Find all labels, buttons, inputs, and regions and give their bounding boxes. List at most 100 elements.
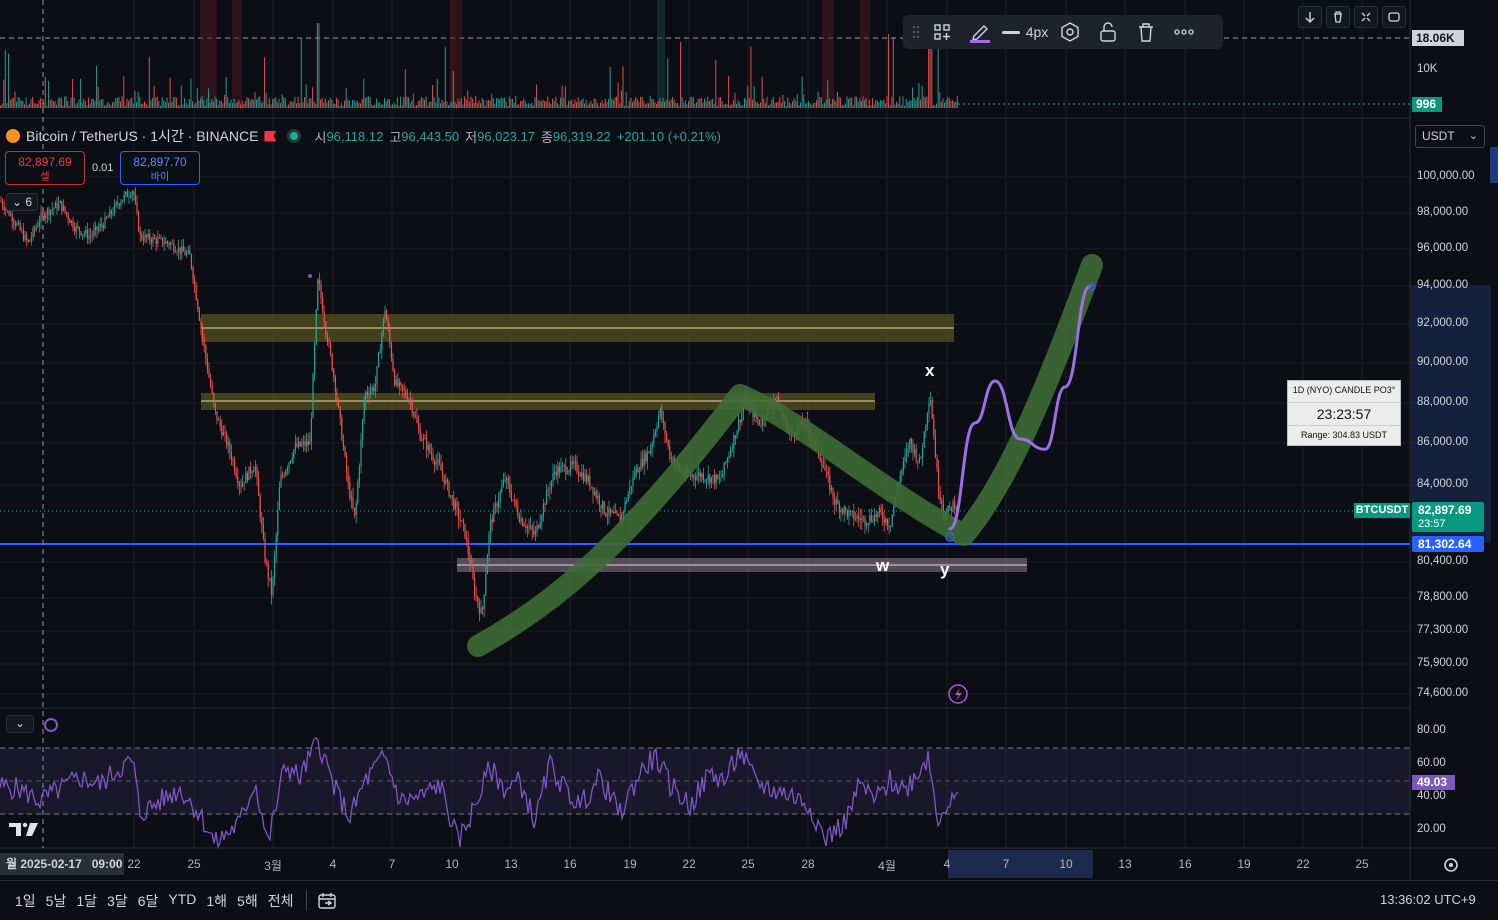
volume-current-tag: 996 [1412,97,1442,112]
volume-bar [686,104,688,108]
volume-bar [100,99,102,108]
collapse-indicators-button[interactable]: ⌄ 6 [6,193,38,211]
volume-bar [116,98,118,108]
unlock-icon[interactable] [1089,15,1127,49]
buy-button[interactable]: 82,897.70 바이 [120,151,200,185]
volume-bar [430,101,432,108]
trash-icon[interactable] [1127,15,1165,49]
volume-bar [40,98,42,108]
volume-bar [102,99,104,108]
volume-bar [112,102,114,108]
volume-bar [790,104,792,108]
volume-bar [57,98,59,108]
volume-bar [73,97,75,108]
flag-icon[interactable] [264,130,277,142]
symbol-tag: BTCUSDT [1354,503,1410,518]
range-button[interactable]: 1달 [71,891,102,911]
volume-bar [889,104,891,108]
maximize-pane-icon[interactable] [1382,6,1406,28]
volume-bar [808,100,810,108]
volume-bar [918,83,920,108]
volume-highlight [860,0,870,108]
goto-date-icon[interactable] [315,890,339,912]
volume-bar [380,104,382,108]
price-axis-label: 86,000.00 [1417,436,1469,448]
volume-bar [464,96,466,108]
pencil-color-icon[interactable] [961,15,999,49]
volume-bar [440,103,442,108]
volume-bar [419,99,421,108]
sell-button[interactable]: 82,897.69 셀 [5,151,85,185]
settings-hexagon-icon[interactable] [1051,15,1089,49]
candle-timer-widget[interactable]: 1D (NYO) CANDLE PO3° 23:23:57 Range: 304… [1287,380,1401,446]
price-axis-label: 94,000.00 [1417,279,1469,291]
range-button[interactable]: 1일 [10,891,41,911]
candle [382,317,384,337]
line-width-button[interactable]: 4px [999,15,1051,49]
volume-bar [361,99,363,108]
volume-bar [524,101,526,108]
volume-bar [246,97,248,108]
range-button[interactable]: 1해 [201,891,232,911]
volume-bar [72,79,74,108]
collapse-pane-icon[interactable] [1354,6,1378,28]
delete-pane-icon[interactable] [1326,6,1350,28]
volume-bar [579,101,581,108]
volume-bar [176,98,178,108]
volume-bar [147,105,149,108]
volume-bar [939,92,941,108]
currency-select[interactable]: USDT ⌄ [1415,125,1485,148]
volume-bar [724,103,726,108]
divider [306,890,308,911]
volume-bar [502,98,504,108]
low-label: 저 [465,129,478,145]
volume-bar [56,104,58,108]
volume-bar [374,104,376,108]
volume-bar [203,100,205,108]
volume-bar [337,99,339,108]
volume-bar [884,102,886,108]
volume-bar [369,97,371,108]
sell-price: 82,897.69 [18,155,72,169]
volume-bar [700,97,702,108]
volume-bar [124,105,126,108]
more-options-icon[interactable] [1165,15,1203,49]
range-button[interactable]: 전체 [263,891,299,911]
lot-size: 0.01 [92,162,114,174]
symbol-legend[interactable]: Bitcoin / TetherUS · 1시간 · BINANCE 시 96,1… [6,127,721,145]
volume-bar [704,98,706,108]
clock-timezone[interactable]: 13:36:02 UTC+9 [1380,892,1476,907]
volume-bar [81,102,83,108]
volume-bar [235,103,237,108]
template-icon[interactable] [923,15,961,49]
collapse-rsi-button[interactable]: ⌄ [6,715,34,733]
range-button[interactable]: 5날 [41,891,72,911]
volume-bar [803,94,805,108]
range-button[interactable]: 6달 [133,891,164,911]
volume-bar [484,105,486,108]
volume-bar [144,101,146,108]
range-button[interactable]: YTD [163,891,201,911]
volume-bar [387,99,389,108]
move-down-icon[interactable] [1298,6,1322,28]
volume-bar [379,102,381,108]
volume-bar [526,104,528,108]
volume-bar [451,101,453,108]
volume-bar [140,103,142,108]
volume-bar [736,103,738,108]
volume-bar [267,104,269,108]
volume-bar [902,96,904,108]
volume-bar [875,100,877,108]
volume-bar [52,101,54,108]
range-button[interactable]: 5해 [232,891,263,911]
volume-bar [404,69,406,108]
volume-bar [611,98,613,108]
volume-bar [36,103,38,108]
volume-bar [531,102,533,108]
volume-bar [731,104,733,108]
timer-title: 1D (NYO) CANDLE PO3° [1292,385,1396,395]
drag-handle-icon[interactable] [909,15,923,49]
volume-bar [376,98,378,108]
range-button[interactable]: 3달 [102,891,133,911]
volume-bar [550,104,552,108]
